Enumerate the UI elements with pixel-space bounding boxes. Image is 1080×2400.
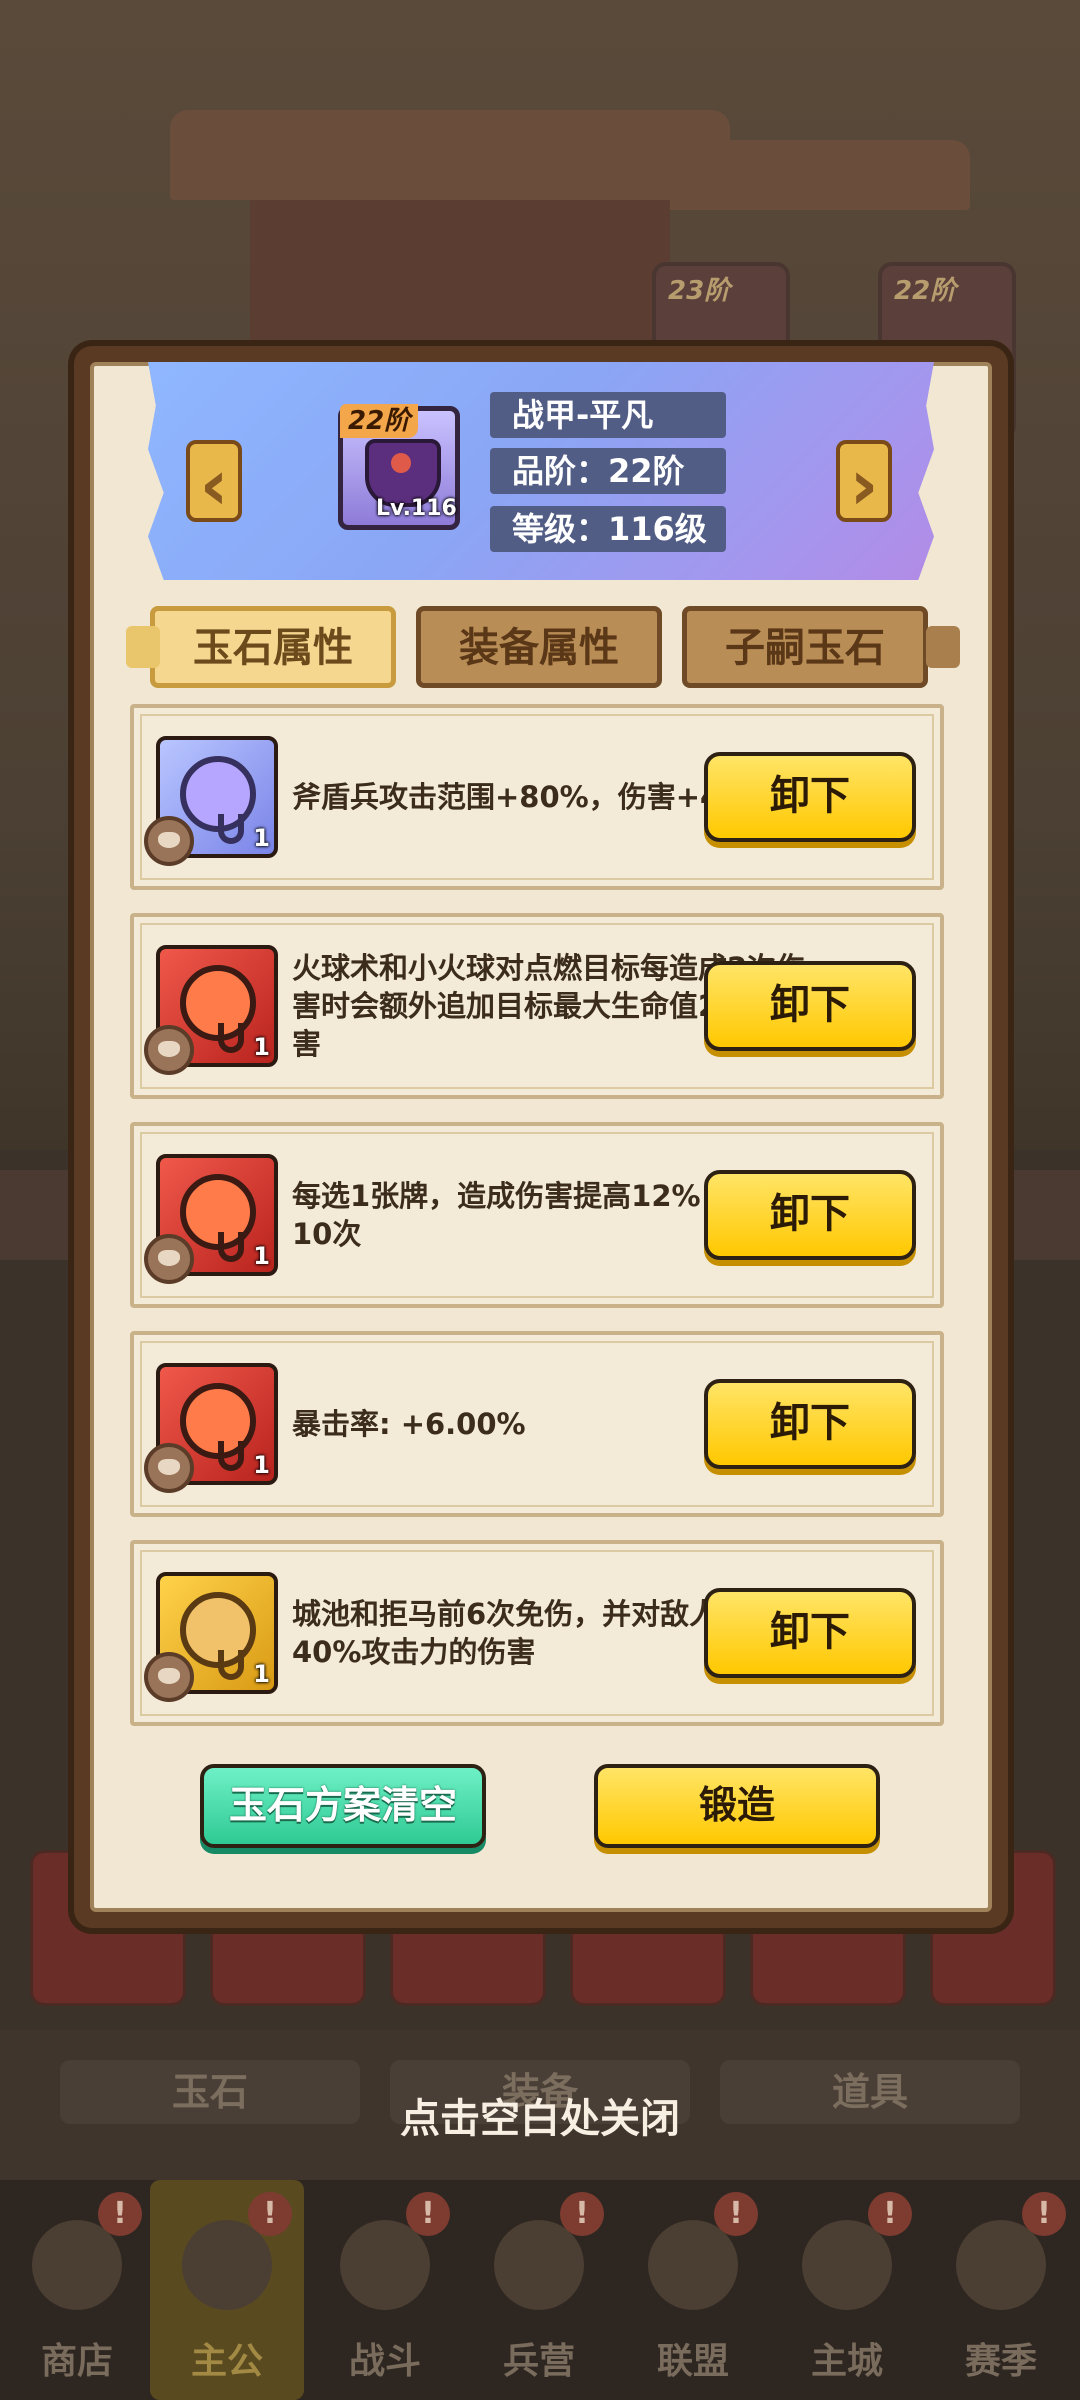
- gem-row: 1 每选1张牌，造成伤害提高12%，最多10次 卸下: [130, 1122, 944, 1308]
- gem-tail: [218, 1441, 244, 1471]
- equipment-level: 等级：116级: [490, 506, 726, 552]
- pig-coin-icon: [144, 1234, 194, 1284]
- gem-count: 1: [253, 1660, 270, 1688]
- nav-item-label: 商店: [40, 2341, 113, 2382]
- gem-swirl: [180, 1383, 256, 1459]
- gem-icon: 1: [156, 1154, 278, 1276]
- gem-count: 1: [253, 1033, 270, 1061]
- alert-badge: !: [248, 2192, 292, 2236]
- gem-icon: 1: [156, 1572, 278, 1694]
- background-building: [250, 200, 670, 340]
- nav-item-label: 兵营: [502, 2341, 575, 2382]
- nav-item-label: 赛季: [964, 2341, 1037, 2382]
- chevron-right-icon: ›: [836, 440, 892, 526]
- pig-coin-icon: [144, 1025, 194, 1075]
- gem-description: 暴击率: +6.00%: [292, 1407, 526, 1441]
- gem-description: 每选1张牌，造成伤害提高12%，最多10次: [292, 1179, 788, 1251]
- prev-equipment-button[interactable]: ‹: [186, 440, 242, 526]
- alliance-icon: [648, 2220, 738, 2310]
- nav-item-alliance: ! 联盟: [616, 2180, 770, 2400]
- unequip-button[interactable]: 卸下: [704, 1379, 916, 1469]
- gem-swirl: [180, 965, 256, 1041]
- tab-label: 子嗣玉石: [725, 625, 885, 671]
- background-roof: [640, 140, 970, 210]
- gem-icon: 1: [156, 736, 278, 858]
- gem-description: 城池和拒马前6次免伤，并对敌人造成40%攻击力的伤害: [292, 1597, 777, 1669]
- city-icon: [802, 2220, 892, 2310]
- shop-icon: [32, 2220, 122, 2310]
- gem-row: 1 城池和拒马前6次免伤，并对敌人造成40%攻击力的伤害 卸下: [130, 1540, 944, 1726]
- unequip-button[interactable]: 卸下: [704, 752, 916, 842]
- gem-tail: [218, 1650, 244, 1680]
- gem-tail: [218, 814, 244, 844]
- unequip-button[interactable]: 卸下: [704, 961, 916, 1051]
- alert-badge: !: [714, 2192, 758, 2236]
- tab-ornament: [126, 626, 160, 668]
- unequip-button[interactable]: 卸下: [704, 1170, 916, 1260]
- nav-item-lord: ! 主公: [150, 2180, 304, 2400]
- alert-badge: !: [1022, 2192, 1066, 2236]
- gem-swirl: [180, 756, 256, 832]
- gem-swirl: [180, 1174, 256, 1250]
- alert-badge: !: [406, 2192, 450, 2236]
- alert-badge: !: [98, 2192, 142, 2236]
- nav-item-label: 战斗: [348, 2341, 421, 2382]
- nav-item-label: 主城: [810, 2341, 883, 2382]
- pig-coin-icon: [144, 1443, 194, 1493]
- gem-icon: 1: [156, 1363, 278, 1485]
- nav-item-season: ! 赛季: [924, 2180, 1078, 2400]
- gem-count: 1: [253, 1451, 270, 1479]
- barracks-icon: [494, 2220, 584, 2310]
- tab-gem-attributes[interactable]: 玉石属性: [150, 606, 396, 688]
- clear-gem-plan-button[interactable]: 玉石方案清空: [200, 1764, 486, 1848]
- nav-item-battle: ! 战斗: [308, 2180, 462, 2400]
- gem-description: 火球术和小火球对点燃目标每造成2次伤害时会额外追加目标最大生命值2%的伤害: [292, 951, 806, 1061]
- equipment-name: 战甲-平凡: [490, 392, 726, 438]
- nav-item-barracks: ! 兵营: [462, 2180, 616, 2400]
- gem-tail: [218, 1232, 244, 1262]
- background-card-tier: 22阶: [894, 276, 957, 306]
- tier-badge: 22阶: [340, 404, 419, 438]
- tab-equipment-attributes[interactable]: 装备属性: [416, 606, 662, 688]
- tab-ornament: [926, 626, 960, 668]
- nav-item-label: 主公: [190, 2341, 263, 2382]
- gem-row: 1 暴击率: +6.00% 卸下: [130, 1331, 944, 1517]
- chevron-left-icon: ‹: [186, 440, 242, 526]
- gem-row: 1 斧盾兵攻击范围+80%，伤害+45% 卸下: [130, 704, 944, 890]
- gem-count: 1: [253, 1242, 270, 1270]
- lord-icon: [182, 2220, 272, 2310]
- gem-description: 斧盾兵攻击范围+80%，伤害+45%: [292, 780, 770, 814]
- season-icon: [956, 2220, 1046, 2310]
- equipment-grade: 品阶：22阶: [490, 448, 726, 494]
- tab-heir-gems[interactable]: 子嗣玉石: [682, 606, 928, 688]
- next-equipment-button[interactable]: ›: [836, 440, 892, 526]
- unequip-button[interactable]: 卸下: [704, 1588, 916, 1678]
- nav-item-label: 联盟: [656, 2341, 729, 2382]
- equipment-level-label: Lv.116: [376, 496, 457, 521]
- tab-label: 装备属性: [459, 625, 619, 671]
- gem-swirl: [180, 1592, 256, 1668]
- forge-button[interactable]: 锻造: [594, 1764, 880, 1848]
- gem-icon: 1: [156, 945, 278, 1067]
- alert-badge: !: [868, 2192, 912, 2236]
- close-hint[interactable]: 点击空白处关闭: [0, 2086, 1080, 2144]
- swords-icon: [340, 2220, 430, 2310]
- gem-count: 1: [253, 824, 270, 852]
- pig-coin-icon: [144, 1652, 194, 1702]
- tab-label: 玉石属性: [193, 625, 353, 671]
- pig-coin-icon: [144, 816, 194, 866]
- nav-item-shop: ! 商店: [0, 2180, 154, 2400]
- background-card-tier: 23阶: [668, 276, 731, 306]
- gem-row: 1 火球术和小火球对点燃目标每造成2次伤害时会额外追加目标最大生命值2%的伤害 …: [130, 913, 944, 1099]
- nav-item-city: ! 主城: [770, 2180, 924, 2400]
- alert-badge: !: [560, 2192, 604, 2236]
- gem-tail: [218, 1023, 244, 1053]
